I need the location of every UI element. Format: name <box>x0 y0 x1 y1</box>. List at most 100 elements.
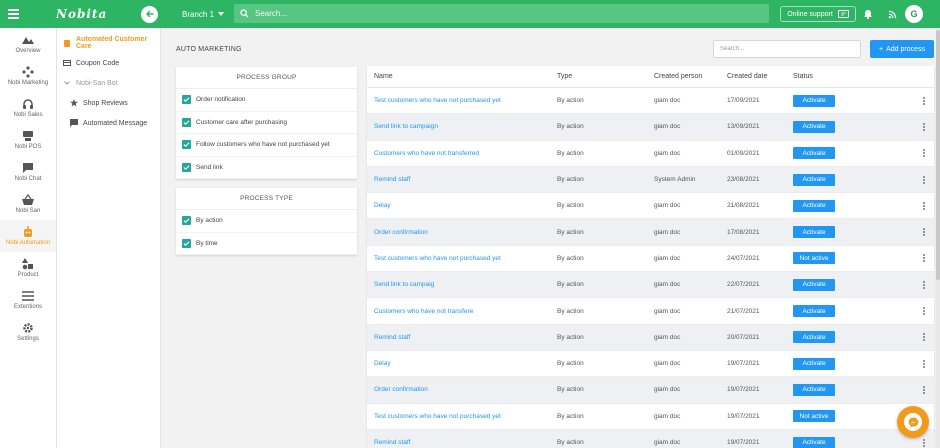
back-button[interactable] <box>141 5 158 23</box>
nav-extentions[interactable]: Extentions <box>0 284 56 316</box>
table-row[interactable]: Test customers who have not purchased ye… <box>367 246 934 273</box>
process-name-link[interactable]: Customers who have not transfere <box>367 308 557 315</box>
activate-button[interactable]: Activate <box>793 357 835 370</box>
nav-nobi-automation[interactable]: Nobi Automation <box>0 220 56 252</box>
column-created-person[interactable]: Created person <box>654 73 727 80</box>
process-name-link[interactable]: Send link to campaig <box>367 281 557 288</box>
global-search-input[interactable] <box>255 9 655 18</box>
process-name-link[interactable]: Test customers who have not purchased ye… <box>367 413 557 420</box>
more-options-icon[interactable] <box>913 280 934 289</box>
bell-icon[interactable] <box>862 8 874 20</box>
table-row[interactable]: Remind staff By action System Admin 23/08/2… <box>367 166 934 194</box>
activate-button[interactable]: Activate <box>793 199 835 212</box>
more-options-icon[interactable] <box>913 201 934 210</box>
table-row[interactable]: Send link to campaign By action giam doc 13… <box>367 114 934 141</box>
process-name-link[interactable]: Remind staff <box>367 439 557 446</box>
process-name-link[interactable]: Remind staff <box>367 176 557 183</box>
process-search-input[interactable] <box>713 40 861 58</box>
nav-nobi-marketing[interactable]: Nobi Marketing <box>0 60 56 92</box>
not-active-button[interactable]: Not active <box>793 410 835 423</box>
table-row[interactable]: Order confirmation By action giam doc 19/07… <box>367 377 934 404</box>
checkbox-checked-icon[interactable] <box>182 140 191 150</box>
more-options-icon[interactable] <box>913 122 934 131</box>
activate-button[interactable]: Activate <box>793 278 835 291</box>
checkbox-checked-icon[interactable] <box>182 162 191 172</box>
table-row[interactable]: Order confirmation By action giam doc 17/08… <box>367 219 934 246</box>
process-name-link[interactable]: Send link to campaign <box>367 123 557 130</box>
rss-icon[interactable] <box>886 8 898 20</box>
process-name-link[interactable]: Order confirmation <box>367 229 557 236</box>
process-name-link[interactable]: Remind staff <box>367 334 557 341</box>
column-status[interactable]: Status <box>793 73 913 80</box>
more-options-icon[interactable] <box>913 438 934 447</box>
menu-icon[interactable] <box>0 0 26 28</box>
more-options-icon[interactable] <box>913 359 934 368</box>
process-name-link[interactable]: Test customers who have not purchased ye… <box>367 97 557 104</box>
more-options-icon[interactable] <box>913 254 934 263</box>
activate-button[interactable]: Activate <box>793 331 835 344</box>
not-active-button[interactable]: Not active <box>793 252 835 265</box>
more-options-icon[interactable] <box>913 385 934 394</box>
process-name-link[interactable]: Delay <box>367 202 557 209</box>
activate-button[interactable]: Activate <box>793 94 835 107</box>
activate-button[interactable]: Activate <box>793 436 835 448</box>
messenger-button[interactable] <box>897 406 929 438</box>
filter-follow-customers[interactable]: Follow customers who have not purchased … <box>176 134 357 157</box>
nav-nobi-chat[interactable]: Nobi Chat <box>0 156 56 188</box>
nav-nobi-sales[interactable]: Nobi Sales <box>0 92 56 124</box>
more-options-icon[interactable] <box>913 228 934 237</box>
column-type[interactable]: Type <box>557 73 654 80</box>
table-row[interactable]: Customers who have not transfere By actio… <box>367 298 934 325</box>
table-row[interactable]: Remind staff By action giam doc 19/07/2021 A… <box>367 429 934 448</box>
more-options-icon[interactable] <box>913 333 934 342</box>
process-name-link[interactable]: Test customers who have not purchased ye… <box>367 255 557 262</box>
process-name-link[interactable]: Delay <box>367 360 557 367</box>
global-search[interactable] <box>234 4 769 23</box>
process-name-link[interactable]: Customers who have not transferred <box>367 150 557 157</box>
table-row[interactable]: Customers who have not transferred By act… <box>367 141 934 167</box>
checkbox-checked-icon[interactable] <box>182 216 191 226</box>
process-name-link[interactable]: Order confirmation <box>367 386 557 393</box>
more-options-icon[interactable] <box>913 307 934 316</box>
more-options-icon[interactable] <box>913 175 934 184</box>
activate-button[interactable]: Activate <box>793 173 835 186</box>
online-support-button[interactable]: Online support <box>780 6 856 22</box>
submenu-coupon-code[interactable]: Coupon Code <box>57 53 160 73</box>
checkbox-checked-icon[interactable] <box>182 117 191 127</box>
table-row[interactable]: Test customers who have not purchased ye… <box>367 404 934 430</box>
nav-settings[interactable]: Settings <box>0 316 56 348</box>
submenu-shop-reviews[interactable]: Shop Reviews <box>57 93 160 113</box>
nav-nobi-pos[interactable]: Nobi POS <box>0 124 56 156</box>
filter-order-notification[interactable]: Order notification <box>176 89 357 112</box>
submenu-group-nobi-san-bot[interactable]: Nobi-San Bot <box>57 73 160 93</box>
add-process-button[interactable]: + Add process <box>870 40 934 58</box>
column-name[interactable]: Name <box>367 73 557 80</box>
filter-send-link[interactable]: Send link <box>176 157 357 179</box>
filter-customer-care-after-purchasing[interactable]: Customer care after purchasing <box>176 112 357 134</box>
table-row[interactable]: Send link to campaig By action giam doc 22/… <box>367 272 934 299</box>
activate-button[interactable]: Activate <box>793 383 835 396</box>
submenu-automated-message[interactable]: Automated Message <box>57 113 160 133</box>
table-row[interactable]: Delay By action giam doc 21/08/2021 Activate <box>367 193 934 220</box>
nav-overview[interactable]: Overview <box>0 28 56 60</box>
activate-button[interactable]: Activate <box>793 305 835 318</box>
activate-button[interactable]: Activate <box>793 226 835 239</box>
table-row[interactable]: Remind staff By action giam doc 20/07/2021 A… <box>367 324 934 351</box>
column-created-date[interactable]: Created date <box>727 73 793 80</box>
activate-button[interactable]: Activate <box>793 147 835 160</box>
nav-nobi-san[interactable]: Nobi San <box>0 188 56 220</box>
submenu-automated-customer-care[interactable]: Automated Customer Care <box>57 33 160 53</box>
checkbox-checked-icon[interactable] <box>182 95 191 105</box>
filter-by-action[interactable]: By action <box>176 210 357 233</box>
table-row[interactable]: Delay By action giam doc 19/07/2021 Activate <box>367 351 934 378</box>
filter-by-time[interactable]: By time <box>176 233 357 255</box>
nav-product[interactable]: Product <box>0 252 56 284</box>
activate-button[interactable]: Activate <box>793 120 835 133</box>
more-options-icon[interactable] <box>913 149 934 158</box>
avatar[interactable]: G <box>905 5 923 23</box>
page-scrollbar[interactable] <box>936 28 940 448</box>
checkbox-checked-icon[interactable] <box>182 238 191 248</box>
branch-selector[interactable]: Branch 1 <box>182 10 234 19</box>
more-options-icon[interactable] <box>913 96 934 105</box>
table-row[interactable]: Test customers who have not purchased ye… <box>367 88 934 115</box>
